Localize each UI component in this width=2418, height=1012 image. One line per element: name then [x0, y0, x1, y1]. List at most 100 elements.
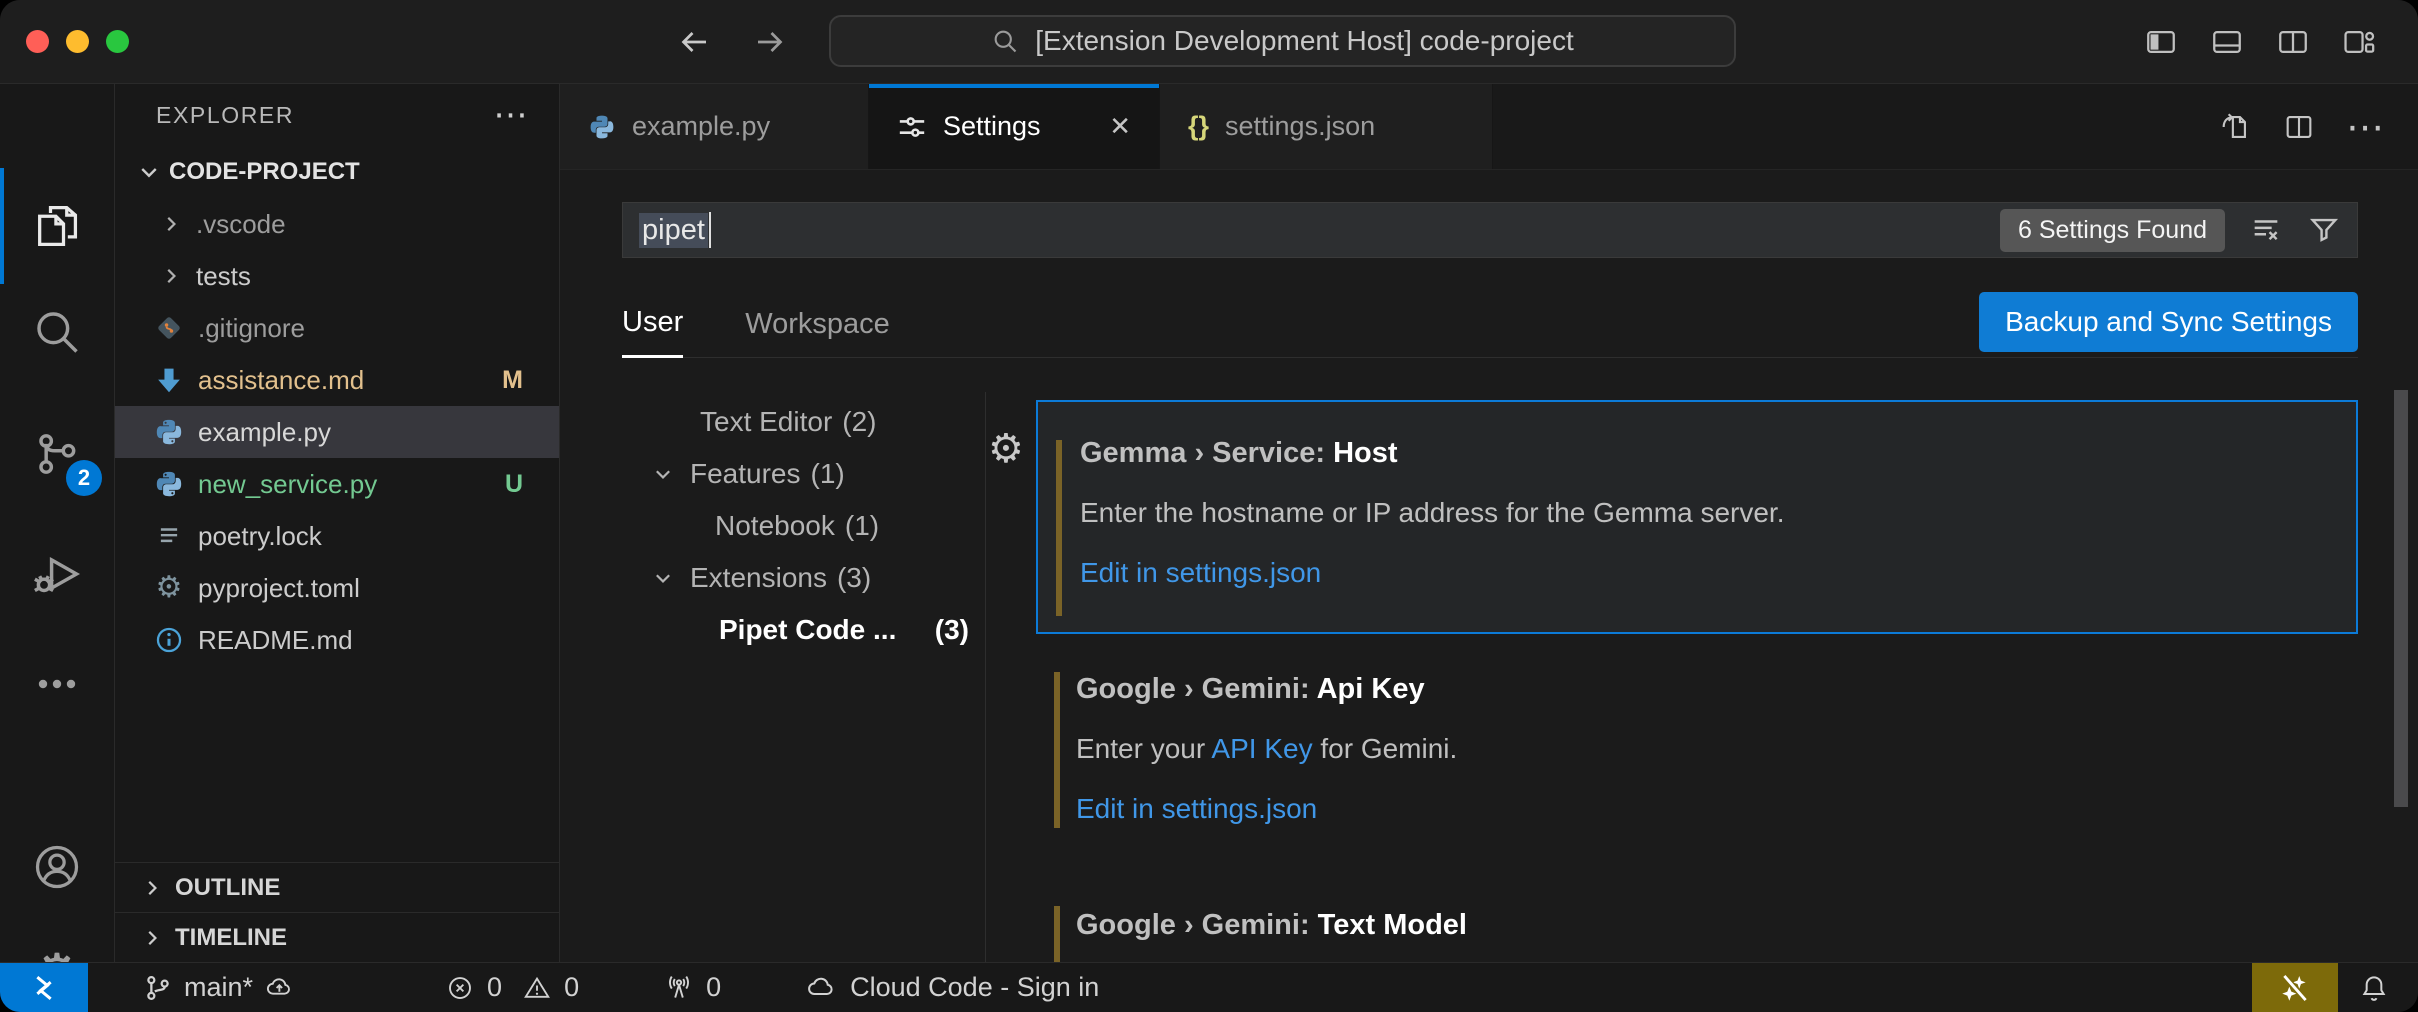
split-editor-icon[interactable]: [2282, 110, 2316, 144]
forward-arrow-icon[interactable]: [752, 24, 788, 60]
minimize-window-button[interactable]: [66, 30, 89, 53]
chevron-right-icon: [141, 927, 163, 949]
tab-settings-json[interactable]: {} settings.json: [1160, 84, 1493, 169]
notifications-bell-icon[interactable]: [2358, 972, 2390, 1004]
tree-item-assistance-md[interactable]: assistance.md M: [115, 354, 559, 406]
settings-editor: pipet 6 Settings Found User Worksp: [560, 170, 2418, 962]
scope-tab-user[interactable]: User: [622, 306, 683, 358]
editor-actions: ⋯: [2218, 84, 2384, 170]
setting-title: Google › Gemini: Api Key: [1076, 672, 2358, 706]
settings-search-input[interactable]: pipet 6 Settings Found: [622, 202, 2358, 258]
file-name: example.py: [198, 417, 331, 448]
close-window-button[interactable]: [26, 30, 49, 53]
run-debug-view-button[interactable]: [0, 524, 114, 624]
tree-item-pyproject-toml[interactable]: ⚙ pyproject.toml: [115, 562, 559, 614]
outline-section[interactable]: OUTLINE: [115, 862, 559, 912]
tree-item-gitignore[interactable]: .gitignore: [115, 302, 559, 354]
cloud-icon: [806, 972, 838, 1004]
search-view-button[interactable]: [0, 282, 114, 382]
filter-funnel-icon[interactable]: [2307, 213, 2341, 247]
ports-status-item[interactable]: 0: [664, 972, 721, 1003]
more-actions-icon[interactable]: ⋯: [2346, 105, 2384, 150]
setting-google-gemini-api-key[interactable]: Google › Gemini: Api Key Enter your API …: [1036, 660, 2358, 834]
tab-settings[interactable]: Settings ✕: [869, 84, 1160, 169]
setting-category: Gemma › Service:: [1080, 437, 1333, 469]
search-controls: 6 Settings Found: [2000, 209, 2341, 252]
setting-google-gemini-text-model[interactable]: Google › Gemini: Text Model: [1036, 896, 2358, 942]
settings-toc: Text Editor (2) Features (1) Notebook (1…: [622, 392, 985, 962]
toc-item-extensions[interactable]: Extensions (3): [622, 552, 985, 604]
backup-sync-settings-button[interactable]: Backup and Sync Settings: [1979, 292, 2358, 352]
problems-status-item[interactable]: 0 0: [445, 972, 579, 1003]
status-bar: main* 0 0 0 Cloud Code - Sign in: [0, 962, 2418, 1012]
tab-example-py[interactable]: example.py: [560, 84, 869, 169]
tree-item-example-py[interactable]: example.py: [115, 406, 559, 458]
explorer-view-button[interactable]: [0, 176, 114, 276]
command-center[interactable]: [Extension Development Host] code-projec…: [829, 15, 1736, 67]
toc-count: (1): [845, 510, 879, 542]
toggle-secondary-sidebar-icon[interactable]: [2276, 25, 2310, 59]
file-name: .gitignore: [198, 313, 305, 344]
explorer-more-actions-icon[interactable]: ⋯: [493, 95, 529, 135]
open-settings-json-icon[interactable]: [2218, 110, 2252, 144]
toc-item-text-editor[interactable]: Text Editor (2): [622, 396, 985, 448]
setting-title: Gemma › Service: Host: [1080, 436, 2356, 470]
chevron-down-icon: [652, 567, 674, 589]
api-key-link[interactable]: API Key: [1211, 733, 1312, 764]
python-file-icon: [154, 417, 184, 447]
customize-layout-icon[interactable]: [2342, 25, 2376, 59]
edit-in-settings-json-link[interactable]: Edit in settings.json: [1080, 556, 2356, 590]
ai-assist-status-item[interactable]: [2252, 963, 2338, 1012]
clear-search-filters-icon[interactable]: [2249, 213, 2283, 247]
status-bar-right: [2252, 963, 2418, 1012]
additional-views-button[interactable]: [0, 634, 114, 734]
setting-category: Google › Gemini:: [1076, 909, 1318, 941]
tree-item-tests[interactable]: tests: [115, 250, 559, 302]
source-control-view-button[interactable]: 2: [0, 404, 114, 504]
timeline-section[interactable]: TIMELINE: [115, 912, 559, 962]
back-arrow-icon[interactable]: [676, 24, 712, 60]
tree-item-poetry-lock[interactable]: poetry.lock: [115, 510, 559, 562]
toggle-panel-icon[interactable]: [2210, 25, 2244, 59]
scope-tab-workspace[interactable]: Workspace: [745, 308, 890, 357]
modified-indicator: [1056, 440, 1062, 616]
remote-icon: [29, 973, 59, 1003]
toc-item-features[interactable]: Features (1): [622, 448, 985, 500]
accounts-button[interactable]: [0, 817, 114, 917]
warnings-icon: [522, 973, 552, 1003]
zoom-window-button[interactable]: [106, 30, 129, 53]
tree-item-readme-md[interactable]: README.md: [115, 614, 559, 666]
settings-sliders-icon: [897, 112, 927, 142]
git-status-badge: U: [505, 470, 523, 499]
project-root-folder[interactable]: CODE-PROJECT: [115, 146, 559, 198]
results-count-badge: 6 Settings Found: [2000, 209, 2225, 252]
description-text: Enter your: [1076, 733, 1211, 764]
ports-count: 0: [706, 972, 721, 1003]
history-nav: [676, 0, 788, 84]
settings-scope-tabs: User Workspace Backup and Sync Settings: [622, 292, 2358, 358]
settings-body: Text Editor (2) Features (1) Notebook (1…: [622, 392, 2358, 962]
python-file-icon: [588, 113, 616, 141]
warning-count: 0: [564, 972, 579, 1003]
branch-status-item[interactable]: main*: [144, 972, 295, 1003]
git-file-icon: [154, 314, 184, 342]
files-icon: [31, 200, 83, 252]
toggle-sidebar-icon[interactable]: [2144, 25, 2178, 59]
cloud-code-status-item[interactable]: Cloud Code - Sign in: [806, 972, 1099, 1004]
toc-item-notebook[interactable]: Notebook (1): [622, 500, 985, 552]
source-control-badge: 2: [66, 460, 102, 496]
close-tab-icon[interactable]: ✕: [1109, 111, 1131, 142]
tree-item-new-service-py[interactable]: new_service.py U: [115, 458, 559, 510]
vertical-scrollbar[interactable]: [2394, 390, 2408, 807]
tree-item-vscode[interactable]: .vscode: [115, 198, 559, 250]
setting-gear-icon[interactable]: ⚙: [988, 426, 1024, 472]
setting-gemma-service-host[interactable]: Gemma › Service: Host Enter the hostname…: [1036, 400, 2358, 634]
edit-in-settings-json-link[interactable]: Edit in settings.json: [1076, 792, 2358, 826]
toc-item-pipet-code[interactable]: Pipet Code ... (3): [622, 604, 985, 656]
modified-indicator: [1054, 672, 1060, 828]
setting-title: Google › Gemini: Text Model: [1076, 908, 2358, 942]
markdown-file-icon: [154, 366, 184, 394]
tab-bar: example.py Settings ✕ {} settings.json: [560, 84, 2418, 170]
remote-indicator[interactable]: [0, 963, 88, 1012]
chevron-down-icon: [652, 463, 674, 485]
